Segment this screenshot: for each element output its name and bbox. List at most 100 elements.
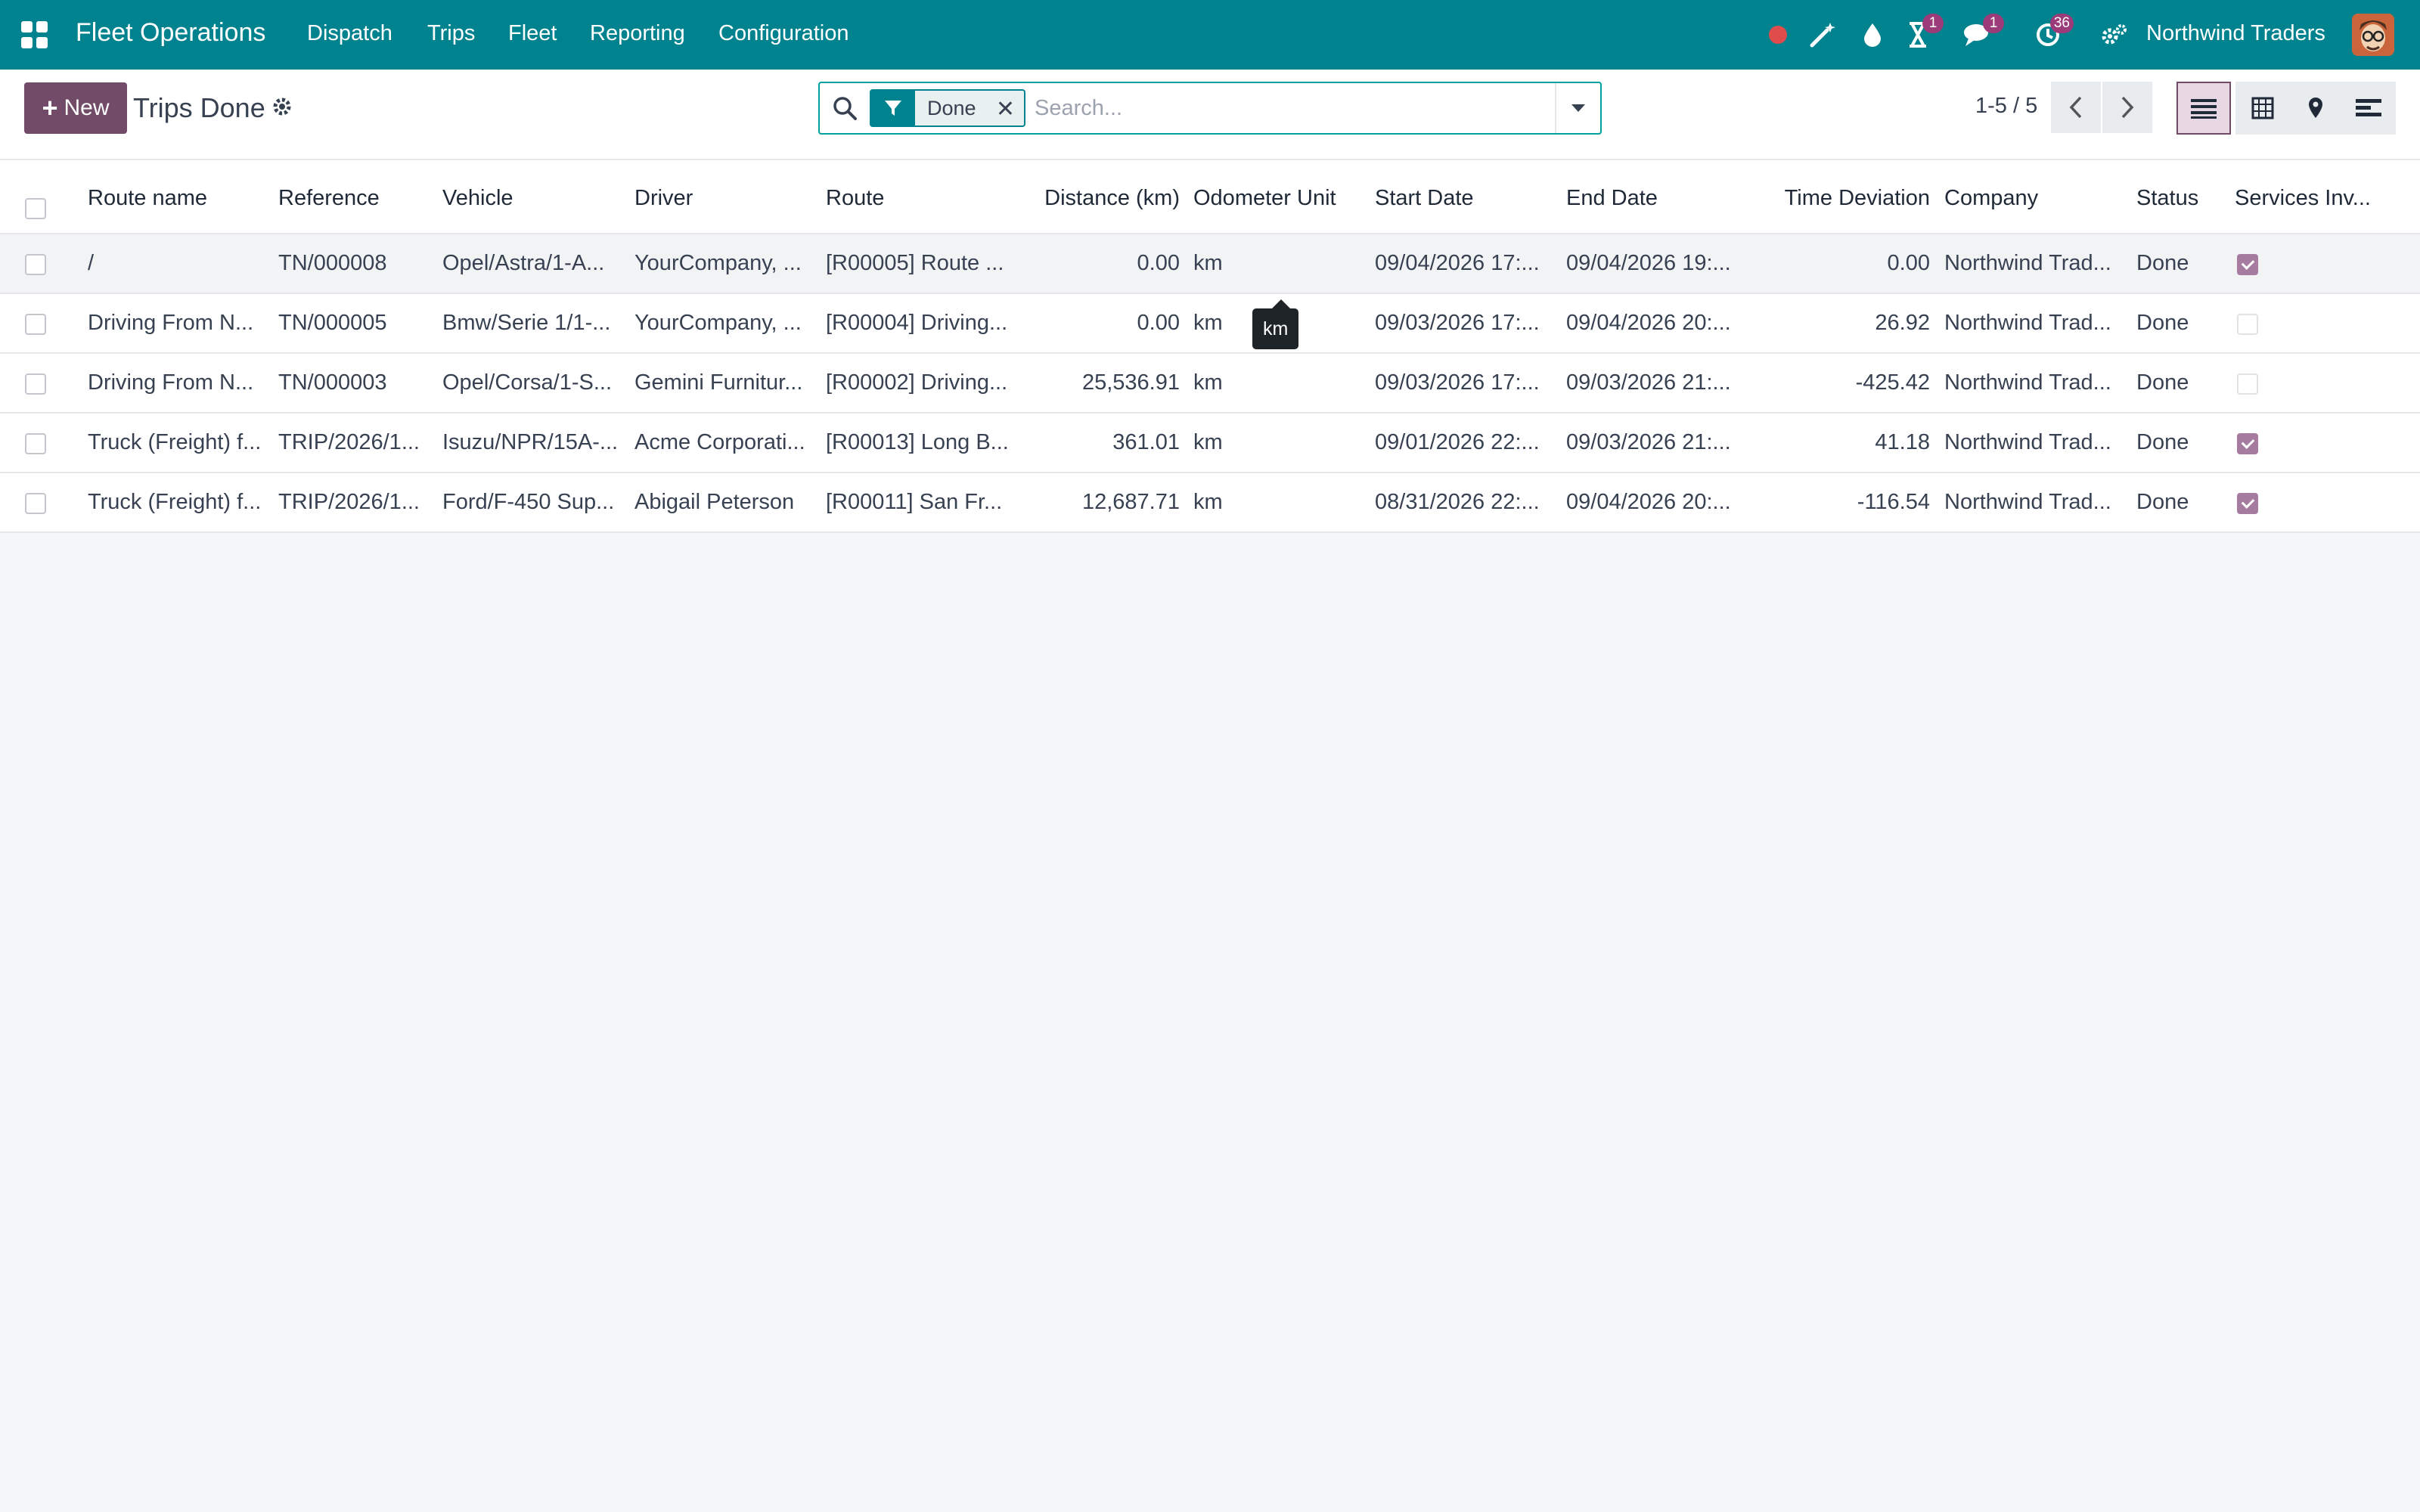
activity-list-icon — [2356, 99, 2381, 116]
cell-route-name: Truck (Freight) f... — [88, 430, 262, 454]
facet-label: Done — [927, 96, 976, 119]
filter-icon — [871, 91, 915, 125]
table-grid-icon — [2251, 97, 2274, 119]
cell-end: 09/04/2026 19:... — [1566, 251, 1731, 275]
cell-deviation: 41.18 — [1875, 430, 1930, 454]
trips-table: Route name Reference Vehicle Driver Rout… — [0, 160, 2420, 533]
activity-hourglass-icon[interactable]: 1 — [1903, 14, 1944, 53]
services-invoiced-checkbox — [2237, 314, 2258, 335]
row-select-checkbox[interactable] — [25, 493, 46, 514]
cell-route: [R00002] Driving... — [826, 370, 1007, 395]
pager-next-button[interactable] — [2102, 82, 2152, 133]
cell-status: Done — [2136, 430, 2189, 454]
cell-route-name: Truck (Freight) f... — [88, 490, 262, 514]
record-icon[interactable] — [1767, 17, 1789, 53]
timer-icon[interactable]: 36 — [2033, 14, 2074, 53]
menu-dispatch[interactable]: Dispatch — [307, 21, 392, 46]
cell-driver: Acme Corporati... — [634, 430, 805, 454]
cell-company: Northwind Trad... — [1944, 370, 2111, 395]
col-route-name[interactable]: Route name — [88, 186, 207, 211]
search-input[interactable] — [1035, 91, 1564, 125]
cell-vehicle: Isuzu/NPR/15A-... — [442, 430, 619, 454]
remove-facet-icon[interactable]: ✕ — [996, 96, 1015, 122]
col-driver[interactable]: Driver — [634, 186, 693, 211]
apps-menu-icon[interactable] — [21, 21, 48, 48]
col-distance[interactable]: Distance (km) — [1028, 186, 1180, 211]
row-select-checkbox[interactable] — [25, 254, 46, 275]
cell-driver: YourCompany, ... — [634, 251, 802, 275]
col-route[interactable]: Route — [826, 186, 884, 211]
list-view-button[interactable] — [2176, 82, 2231, 135]
company-switcher[interactable]: Northwind Traders — [2146, 21, 2325, 46]
cell-route-name: / — [88, 251, 95, 275]
col-services-invoiced[interactable]: Services Inv... — [2235, 186, 2371, 211]
magic-wand-icon[interactable] — [1807, 17, 1838, 53]
messages-icon[interactable]: 1 — [1962, 14, 2004, 53]
select-all-checkbox[interactable] — [25, 198, 46, 219]
cell-driver: YourCompany, ... — [634, 311, 802, 335]
table-row[interactable]: Driving From N... TN/000003 Opel/Corsa/1-S… — [0, 354, 2420, 414]
timer-badge: 36 — [2049, 14, 2074, 33]
search-options-toggle[interactable] — [1555, 83, 1600, 133]
col-vehicle[interactable]: Vehicle — [442, 186, 513, 211]
col-end-date[interactable]: End Date — [1566, 186, 1658, 211]
cell-distance: 25,536.91 — [1081, 370, 1180, 395]
droplet-icon[interactable] — [1859, 17, 1886, 53]
activity-view-button[interactable] — [2341, 82, 2396, 135]
cell-end: 09/03/2026 21:... — [1566, 370, 1731, 395]
top-navbar: Fleet Operations Dispatch Trips Fleet Re… — [0, 0, 2420, 70]
cell-unit: km — [1193, 430, 1223, 454]
cell-start: 08/31/2026 22:... — [1375, 490, 1540, 514]
pager-value[interactable]: 1-5 / 5 — [1975, 94, 2037, 119]
user-avatar[interactable] — [2352, 14, 2394, 56]
row-select-checkbox[interactable] — [25, 314, 46, 335]
menu-configuration[interactable]: Configuration — [718, 21, 849, 46]
cell-company: Northwind Trad... — [1944, 251, 2111, 275]
cell-distance: 0.00 — [1137, 311, 1180, 335]
filter-facet-done: Done ✕ — [870, 89, 1025, 127]
cell-unit: km — [1193, 251, 1223, 275]
cell-unit: km — [1193, 370, 1223, 395]
menu-fleet[interactable]: Fleet — [508, 21, 557, 46]
table-row[interactable]: Driving From N... TN/000005 Bmw/Serie 1/1-… — [0, 294, 2420, 354]
col-time-deviation[interactable]: Time Deviation — [1770, 186, 1930, 211]
row-select-checkbox[interactable] — [25, 433, 46, 454]
search-bar: Done ✕ — [818, 82, 1602, 135]
action-gear-icon[interactable] — [271, 95, 293, 124]
menu-reporting[interactable]: Reporting — [590, 21, 685, 46]
table-row[interactable]: Truck (Freight) f... TRIP/2026/1... Isuzu/… — [0, 414, 2420, 473]
cell-distance: 12,687.71 — [1081, 490, 1180, 514]
col-reference[interactable]: Reference — [278, 186, 380, 211]
cell-driver: Abigail Peterson — [634, 490, 795, 514]
map-view-button[interactable] — [2288, 82, 2343, 135]
services-invoiced-checkbox — [2237, 254, 2258, 275]
pager-previous-button[interactable] — [2051, 82, 2101, 133]
activity-badge: 1 — [1922, 14, 1944, 33]
menu-trips[interactable]: Trips — [427, 21, 475, 46]
map-pin-icon — [2309, 98, 2322, 118]
table-row[interactable]: / TN/000008 Opel/Astra/1-A... YourCompany, … — [0, 234, 2420, 294]
cell-route: [R00005] Route ... — [826, 251, 1004, 275]
row-select-checkbox[interactable] — [25, 373, 46, 395]
table-header: Route name Reference Vehicle Driver Rout… — [0, 160, 2420, 234]
col-odometer-unit[interactable]: Odometer Unit — [1193, 186, 1336, 211]
page-title: Trips Done — [133, 92, 265, 123]
col-company[interactable]: Company — [1944, 186, 2038, 211]
app-name[interactable]: Fleet Operations — [76, 18, 265, 48]
table-row[interactable]: Truck (Freight) f... TRIP/2026/1... Ford/F… — [0, 473, 2420, 533]
cell-status: Done — [2136, 490, 2189, 514]
cell-unit: km — [1193, 490, 1223, 514]
services-invoiced-checkbox — [2237, 493, 2258, 514]
cell-route: [R00011] San Fr... — [826, 490, 1003, 514]
col-start-date[interactable]: Start Date — [1375, 186, 1474, 211]
list-icon — [2191, 99, 2217, 119]
cell-vehicle: Bmw/Serie 1/1-... — [442, 311, 611, 335]
cell-status: Done — [2136, 311, 2189, 335]
search-icon[interactable] — [832, 95, 858, 127]
cell-reference: TN/000003 — [278, 370, 387, 395]
cell-status: Done — [2136, 370, 2189, 395]
new-button[interactable]: + New — [24, 82, 127, 134]
col-status[interactable]: Status — [2136, 186, 2198, 211]
settings-gears-icon[interactable] — [2099, 17, 2130, 53]
pivot-view-button[interactable] — [2235, 82, 2290, 135]
